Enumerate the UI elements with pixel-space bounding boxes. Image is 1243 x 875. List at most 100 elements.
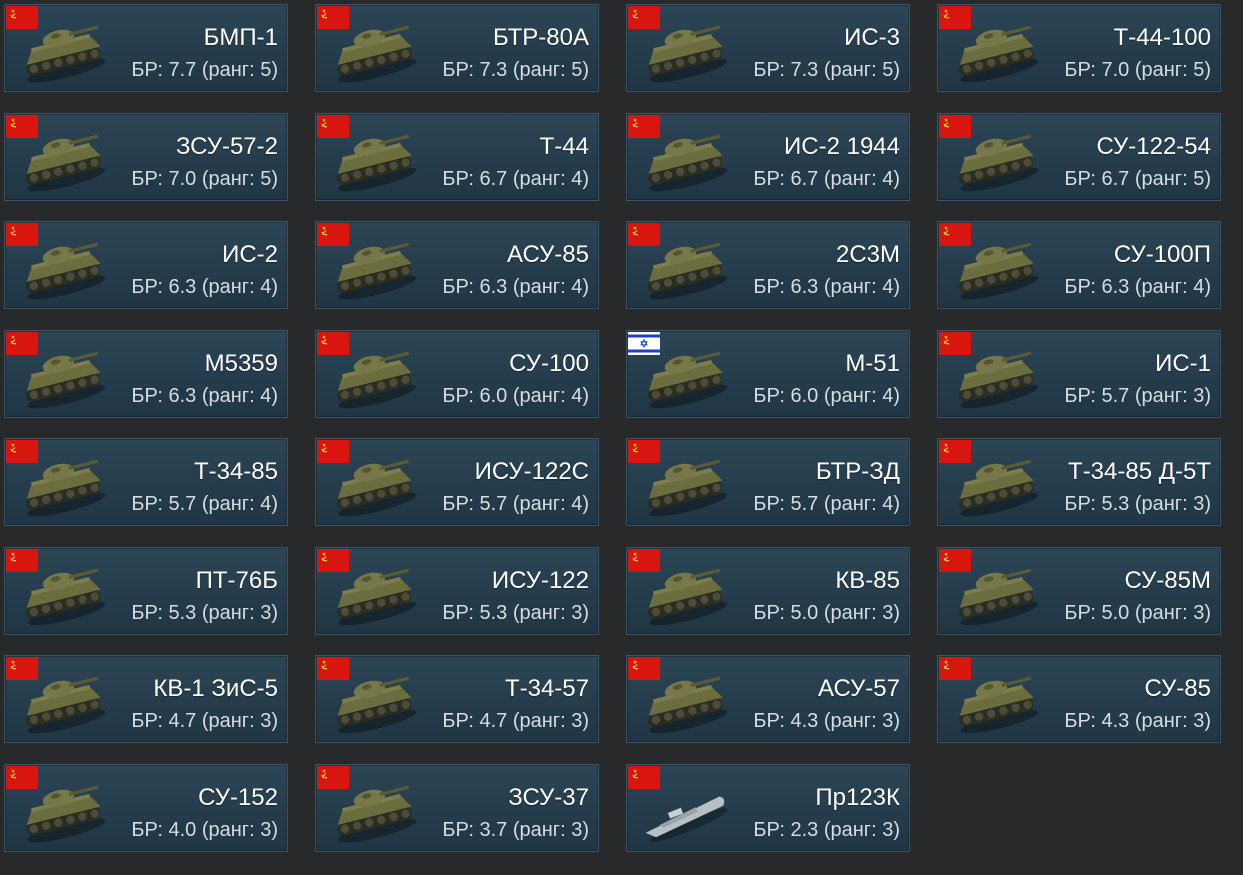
ussr-flag-icon [628,440,660,463]
vehicle-grid: БМП-1 БР: 7.7 (ранг: 5) БТР-80А БР: 7.3 (ра… [4,4,1221,852]
battle-rating: БР: 5.0 (ранг: 3) [753,601,900,624]
vehicle-name: Т-34-85 [193,458,278,485]
ussr-flag-icon [317,331,349,355]
vehicle-name: АСУ-57 [818,675,900,702]
vehicle-name: ИС-1 [1155,349,1211,377]
vehicle-name: БТР-ЗД [815,458,900,485]
vehicle-card[interactable]: M5359 БР: 6.3 (ранг: 4) [4,329,288,418]
vehicle-card[interactable]: Т-44-100 БР: 7.0 (ранг: 5) [937,4,1221,92]
vehicle-card[interactable]: СУ-85 БР: 4.3 (ранг: 3) [937,655,1221,743]
vehicle-card[interactable]: БТР-80А БР: 7.3 (ранг: 5) [315,4,599,92]
ussr-flag-icon [939,440,971,463]
vehicle-name: Т-44 [539,132,589,160]
vehicle-card[interactable]: СУ-100П БР: 6.3 (ранг: 4) [937,221,1221,309]
battle-rating: БР: 4.3 (ранг: 3) [1064,710,1211,732]
vehicle-card[interactable]: ИС-2 1944 БР: 6.7 (ранг: 4) [626,112,910,201]
vehicle-card[interactable]: КВ-85 БР: 5.0 (ранг: 3) [626,546,910,635]
vehicle-card[interactable]: ИС-1 БР: 5.7 (ранг: 3) [937,329,1221,418]
ussr-flag-icon [317,657,349,680]
ussr-flag-icon [939,223,971,246]
ussr-flag-icon [6,657,38,680]
battle-rating: БР: 5.3 (ранг: 3) [442,601,589,624]
battle-rating: БР: 6.3 (ранг: 4) [442,276,589,298]
battle-rating: БР: 5.3 (ранг: 3) [131,601,278,624]
ussr-flag-icon [939,657,971,680]
battle-rating: БР: 6.0 (ранг: 4) [753,384,900,407]
vehicle-card[interactable]: ЗСУ-57-2 БР: 7.0 (ранг: 5) [4,112,288,201]
vehicle-card[interactable]: Т-34-85 БР: 5.7 (ранг: 4) [4,438,288,526]
vehicle-card[interactable]: АСУ-57 БР: 4.3 (ранг: 3) [626,655,910,743]
battle-rating: БР: 5.7 (ранг: 3) [1064,384,1211,407]
battle-rating: БР: 7.3 (ранг: 5) [753,59,900,81]
ussr-flag-icon [628,765,660,789]
ussr-flag-icon [6,440,38,463]
vehicle-name: 2С3М [835,241,900,268]
vehicle-name: ИС-3 [844,24,900,51]
vehicle-card[interactable]: СУ-85М БР: 5.0 (ранг: 3) [937,546,1221,635]
vehicle-name: СУ-122-54 [1096,132,1211,160]
vehicle-card[interactable]: ИС-3 БР: 7.3 (ранг: 5) [626,4,910,92]
vehicle-card[interactable]: Т-34-85 Д-5Т БР: 5.3 (ранг: 3) [937,438,1221,526]
battle-rating: БР: 6.7 (ранг: 4) [442,167,589,190]
vehicle-name: Т-34-85 Д-5Т [1068,458,1211,485]
vehicle-name: СУ-100П [1113,241,1211,268]
vehicle-card[interactable]: 2С3М БР: 6.3 (ранг: 4) [626,221,910,309]
ussr-flag-icon [317,440,349,463]
battle-rating: БР: 5.0 (ранг: 3) [1064,601,1211,624]
battle-rating: БР: 6.3 (ранг: 4) [131,384,278,407]
vehicle-name: ИС-2 [222,241,278,268]
ussr-flag-icon [6,331,38,355]
ussr-flag-icon [628,548,660,572]
vehicle-card[interactable]: Т-34-57 БР: 4.7 (ранг: 3) [315,655,599,743]
ussr-flag-icon [939,114,971,138]
battle-rating: БР: 6.7 (ранг: 5) [1064,167,1211,190]
vehicle-name: СУ-152 [198,783,278,811]
vehicle-card[interactable]: M-51 БР: 6.0 (ранг: 4) [626,329,910,418]
ussr-flag-icon [317,765,349,789]
vehicle-card[interactable]: АСУ-85 БР: 6.3 (ранг: 4) [315,221,599,309]
vehicle-name: КВ-85 [835,566,900,594]
ussr-flag-icon [628,114,660,138]
battle-rating: БР: 5.7 (ранг: 4) [131,493,278,515]
battle-rating: БР: 4.7 (ранг: 3) [442,710,589,732]
vehicle-name: ИСУ-122С [474,458,589,485]
vehicle-card[interactable]: ИСУ-122С БР: 5.7 (ранг: 4) [315,438,599,526]
vehicle-name: СУ-85М [1124,566,1211,594]
vehicle-name: Т-34-57 [504,675,589,702]
ussr-flag-icon [317,6,349,29]
ussr-flag-icon [939,331,971,355]
battle-rating: БР: 5.7 (ранг: 4) [753,493,900,515]
battle-rating: БР: 7.0 (ранг: 5) [1064,59,1211,81]
vehicle-card[interactable]: БМП-1 БР: 7.7 (ранг: 5) [4,4,288,92]
battle-rating: БР: 4.3 (ранг: 3) [753,710,900,732]
battle-rating: БР: 7.3 (ранг: 5) [442,59,589,81]
ussr-flag-icon [6,114,38,138]
ussr-flag-icon [628,657,660,680]
vehicle-card[interactable]: ИСУ-122 БР: 5.3 (ранг: 3) [315,546,599,635]
battle-rating: БР: 6.7 (ранг: 4) [753,167,900,190]
vehicle-card[interactable]: БТР-ЗД БР: 5.7 (ранг: 4) [626,438,910,526]
vehicle-card[interactable]: СУ-152 БР: 4.0 (ранг: 3) [4,763,288,852]
battle-rating: БР: 6.3 (ранг: 4) [1064,276,1211,298]
vehicle-card[interactable]: ПТ-76Б БР: 5.3 (ранг: 3) [4,546,288,635]
battle-rating: БР: 4.0 (ранг: 3) [131,818,278,841]
vehicle-card[interactable]: Т-44 БР: 6.7 (ранг: 4) [315,112,599,201]
battle-rating: БР: 5.3 (ранг: 3) [1064,493,1211,515]
ussr-flag-icon [6,223,38,246]
vehicle-name: КВ-1 ЗиС-5 [153,675,278,702]
vehicle-card[interactable]: ЗСУ-37 БР: 3.7 (ранг: 3) [315,763,599,852]
vehicle-card[interactable]: КВ-1 ЗиС-5 БР: 4.7 (ранг: 3) [4,655,288,743]
ussr-flag-icon [628,6,660,29]
vehicle-name: БМП-1 [203,24,278,51]
ussr-flag-icon [317,223,349,246]
vehicle-card[interactable]: Пр123К БР: 2.3 (ранг: 3) [626,763,910,852]
vehicle-card[interactable]: СУ-100 БР: 6.0 (ранг: 4) [315,329,599,418]
vehicle-name: Пр123К [815,783,900,811]
vehicle-card[interactable]: СУ-122-54 БР: 6.7 (ранг: 5) [937,112,1221,201]
battle-rating: БР: 4.7 (ранг: 3) [131,710,278,732]
ussr-flag-icon [939,6,971,29]
vehicle-name: СУ-100 [509,349,589,377]
battle-rating: БР: 6.0 (ранг: 4) [442,384,589,407]
vehicle-name: БТР-80А [492,24,589,51]
vehicle-card[interactable]: ИС-2 БР: 6.3 (ранг: 4) [4,221,288,309]
